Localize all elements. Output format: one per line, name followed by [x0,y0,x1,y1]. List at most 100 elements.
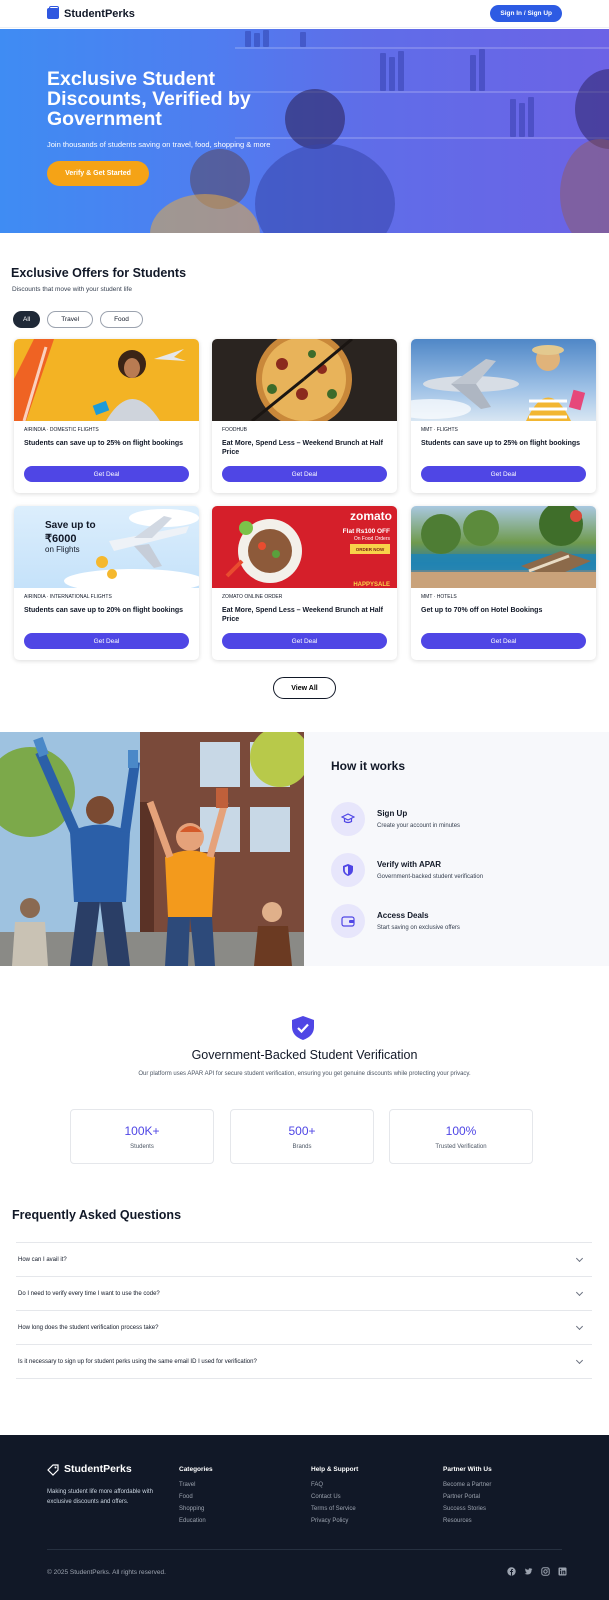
faq-question: How long does the student verification p… [18,1324,159,1331]
footer-link[interactable]: Travel [179,1482,213,1488]
footer-brand-name: StudentPerks [64,1463,132,1475]
signin-button[interactable]: Sign In / Sign Up [490,5,562,22]
footer-column-partner: Partner With Us Become a Partner Partner… [443,1466,492,1530]
offer-title: Students can save up to 20% on flight bo… [24,607,184,614]
shield-icon [331,853,365,887]
offer-tag: AIRINDIA · INTERNATIONAL FLIGHTS [24,594,112,600]
offer-title: Students can save up to 25% on flight bo… [24,440,184,447]
stat-value: 100% [445,1124,477,1138]
offer-card[interactable]: MMT · FLIGHTS Students can save up to 25… [411,339,596,493]
offer-image-airindia-international: Save up to ₹6000 on Flights [14,506,199,588]
wallet-icon [331,904,365,938]
stat-value: 500+ [288,1124,316,1138]
offer-card[interactable]: zomato Flat Rs100 OFF On Food Orders ORD… [212,506,397,660]
promo-flight-line2: ₹6000 [45,533,76,545]
filter-chip-food[interactable]: Food [100,311,143,328]
students-celebrating-photo [0,732,304,966]
how-it-works-panel: How it works Sign Up Create your account… [304,732,609,966]
stat-label: Trusted Verification [435,1144,487,1150]
offer-title: Students can save up to 25% on flight bo… [421,440,581,447]
offer-image-airindia-domestic [14,339,199,421]
verification-title: Government-Backed Student Verification [191,1048,418,1062]
brand-name: StudentPerks [64,7,135,20]
zomato-offer-sub: On Food Orders [354,536,391,542]
footer-link[interactable]: Partner Portal [443,1494,492,1500]
get-deal-button[interactable]: Get Deal [222,633,387,649]
stat-card-students: 100K+ Students [70,1109,214,1164]
chevron-down-icon [575,1254,584,1262]
stat-card-trusted: 100% Trusted Verification [389,1109,533,1164]
step-desc: Create your account in minutes [377,823,461,829]
offer-image-zomato: zomato Flat Rs100 OFF On Food Orders ORD… [212,506,397,588]
faq-question: Is it necessary to sign up for student p… [18,1358,257,1365]
get-deal-button[interactable]: Get Deal [24,633,189,649]
stat-label: Brands [292,1144,312,1150]
footer-brand[interactable]: StudentPerks [47,1463,132,1476]
footer-column-title: Partner With Us [443,1466,492,1473]
footer-link[interactable]: Contact Us [311,1494,358,1500]
offer-title: Eat More, Spend Less – Weekend Brunch at… [222,440,383,456]
footer-link[interactable]: Food [179,1494,213,1500]
stat-card-brands: 500+ Brands [230,1109,374,1164]
zomato-footer: HAPPYSALE [353,582,390,588]
facebook-icon[interactable] [507,1567,516,1576]
get-deal-button[interactable]: Get Deal [421,466,586,482]
footer-link[interactable]: Privacy Policy [311,1518,358,1524]
get-deal-button[interactable]: Get Deal [421,633,586,649]
filter-chip-all[interactable]: All [13,311,41,328]
linkedin-icon[interactable] [558,1567,567,1576]
site-header: StudentPerks Sign In / Sign Up [0,0,609,28]
faq-question: How can I avail it? [18,1256,67,1263]
get-deal-button[interactable]: Get Deal [24,466,189,482]
hero-subtitle: Join thousands of students saving on tra… [47,140,271,149]
twitter-icon[interactable] [524,1567,533,1576]
view-all-button[interactable]: View All [273,677,336,699]
offer-card[interactable]: Save up to ₹6000 on Flights AIRINDIA · I… [14,506,199,660]
chevron-down-icon [575,1288,584,1296]
offer-title: Get up to 70% off on Hotel Bookings [421,607,543,614]
footer-link[interactable]: FAQ [311,1482,358,1488]
offer-image-foodhub [212,339,397,421]
get-deal-button[interactable]: Get Deal [222,466,387,482]
tag-icon [47,1463,59,1476]
offer-card[interactable]: FOODHUB Eat More, Spend Less – Weekend B… [212,339,397,493]
verification-subtitle: Our platform uses APAR API for secure st… [138,1071,471,1077]
step-title: Access Deals [377,911,429,920]
footer-column-title: Help & Support [311,1466,359,1473]
site-footer: StudentPerks Making student life more af… [0,1435,609,1600]
verify-get-started-button[interactable]: Verify & Get Started [47,161,149,186]
offers-subtitle: Discounts that move with your student li… [12,286,132,293]
faq-question: Do I need to verify every time I want to… [18,1290,160,1297]
step-desc: Government-backed student verification [377,874,484,880]
briefcase-icon [47,6,59,19]
chevron-down-icon [575,1322,584,1330]
stat-value: 100K+ [124,1124,160,1138]
offer-filters: All Travel Food [13,311,143,328]
footer-link[interactable]: Success Stories [443,1506,492,1512]
step-desc: Start saving on exclusive offers [377,925,460,931]
offer-card[interactable]: AIRINDIA · DOMESTIC FLIGHTS Students can… [14,339,199,493]
offer-card[interactable]: MMT · HOTELS Get up to 70% off on Hotel … [411,506,596,660]
faq-item[interactable]: Do I need to verify every time I want to… [16,1277,592,1311]
filter-chip-travel[interactable]: Travel [47,311,94,328]
instagram-icon[interactable] [541,1567,550,1576]
footer-link[interactable]: Education [179,1518,213,1524]
faq-list: How can I avail it? Do I need to verify … [16,1242,592,1379]
brand-logo[interactable]: StudentPerks [47,6,135,20]
zomato-cta: ORDER NOW [356,547,385,552]
footer-link[interactable]: Become a Partner [443,1482,492,1488]
offer-tag: MMT · FLIGHTS [421,427,458,433]
offer-tag: MMT · HOTELS [421,594,457,600]
footer-column-categories: Categories Travel Food Shopping Educatio… [179,1466,213,1530]
footer-link[interactable]: Terms of Service [311,1506,358,1512]
offer-title: Eat More, Spend Less – Weekend Brunch at… [222,607,383,623]
faq-item[interactable]: How long does the student verification p… [16,1311,592,1345]
faq-item[interactable]: How can I avail it? [16,1243,592,1277]
footer-link[interactable]: Shopping [179,1506,213,1512]
faq-item[interactable]: Is it necessary to sign up for student p… [16,1345,592,1379]
footer-link[interactable]: Resources [443,1518,492,1524]
offers-title: Exclusive Offers for Students [11,266,187,280]
offer-tag: ZOMATO ONLINE ORDER [222,594,283,600]
hero-title: Exclusive Student Discounts, Verified by… [47,68,251,130]
stat-label: Students [130,1144,154,1150]
